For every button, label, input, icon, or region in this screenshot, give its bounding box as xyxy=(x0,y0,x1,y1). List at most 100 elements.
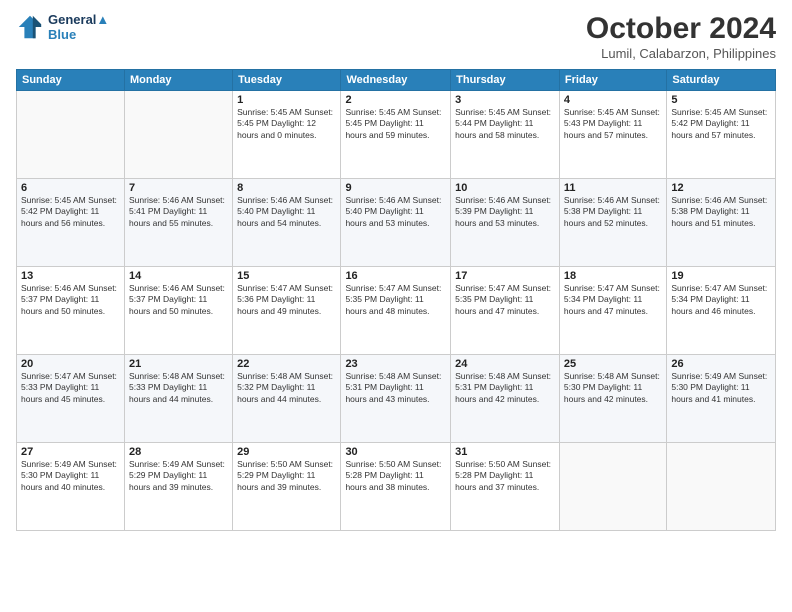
calendar-week-1: 1Sunrise: 5:45 AM Sunset: 5:45 PM Daylig… xyxy=(17,91,776,179)
day-number: 12 xyxy=(671,182,771,194)
day-number: 7 xyxy=(129,182,228,194)
title-block: October 2024 Lumil, Calabarzon, Philippi… xyxy=(586,12,776,61)
day-number: 2 xyxy=(345,94,446,106)
day-info: Sunrise: 5:46 AM Sunset: 5:40 PM Dayligh… xyxy=(237,195,336,229)
table-cell: 27Sunrise: 5:49 AM Sunset: 5:30 PM Dayli… xyxy=(17,443,125,531)
table-cell: 9Sunrise: 5:46 AM Sunset: 5:40 PM Daylig… xyxy=(341,179,451,267)
table-cell: 19Sunrise: 5:47 AM Sunset: 5:34 PM Dayli… xyxy=(667,267,776,355)
day-number: 6 xyxy=(21,182,120,194)
day-number: 4 xyxy=(564,94,662,106)
day-number: 9 xyxy=(345,182,446,194)
col-sunday: Sunday xyxy=(17,70,125,91)
calendar-week-2: 6Sunrise: 5:45 AM Sunset: 5:42 PM Daylig… xyxy=(17,179,776,267)
day-number: 11 xyxy=(564,182,662,194)
table-cell: 13Sunrise: 5:46 AM Sunset: 5:37 PM Dayli… xyxy=(17,267,125,355)
day-number: 14 xyxy=(129,270,228,282)
calendar-header-row: Sunday Monday Tuesday Wednesday Thursday… xyxy=(17,70,776,91)
day-info: Sunrise: 5:49 AM Sunset: 5:30 PM Dayligh… xyxy=(21,459,120,493)
col-tuesday: Tuesday xyxy=(233,70,341,91)
table-cell: 21Sunrise: 5:48 AM Sunset: 5:33 PM Dayli… xyxy=(124,355,232,443)
header: General▲ Blue October 2024 Lumil, Calaba… xyxy=(16,12,776,61)
calendar-table: Sunday Monday Tuesday Wednesday Thursday… xyxy=(16,69,776,531)
day-info: Sunrise: 5:48 AM Sunset: 5:31 PM Dayligh… xyxy=(455,371,555,405)
calendar-body: 1Sunrise: 5:45 AM Sunset: 5:45 PM Daylig… xyxy=(17,91,776,531)
calendar-week-3: 13Sunrise: 5:46 AM Sunset: 5:37 PM Dayli… xyxy=(17,267,776,355)
col-monday: Monday xyxy=(124,70,232,91)
month-title: October 2024 xyxy=(586,12,776,46)
table-cell: 20Sunrise: 5:47 AM Sunset: 5:33 PM Dayli… xyxy=(17,355,125,443)
day-number: 21 xyxy=(129,358,228,370)
table-cell: 6Sunrise: 5:45 AM Sunset: 5:42 PM Daylig… xyxy=(17,179,125,267)
page: General▲ Blue October 2024 Lumil, Calaba… xyxy=(0,0,792,612)
day-number: 23 xyxy=(345,358,446,370)
table-cell: 18Sunrise: 5:47 AM Sunset: 5:34 PM Dayli… xyxy=(559,267,666,355)
table-cell: 26Sunrise: 5:49 AM Sunset: 5:30 PM Dayli… xyxy=(667,355,776,443)
table-cell: 3Sunrise: 5:45 AM Sunset: 5:44 PM Daylig… xyxy=(451,91,560,179)
table-cell: 17Sunrise: 5:47 AM Sunset: 5:35 PM Dayli… xyxy=(451,267,560,355)
table-cell: 4Sunrise: 5:45 AM Sunset: 5:43 PM Daylig… xyxy=(559,91,666,179)
day-number: 22 xyxy=(237,358,336,370)
table-cell: 16Sunrise: 5:47 AM Sunset: 5:35 PM Dayli… xyxy=(341,267,451,355)
day-number: 13 xyxy=(21,270,120,282)
day-info: Sunrise: 5:46 AM Sunset: 5:38 PM Dayligh… xyxy=(671,195,771,229)
day-info: Sunrise: 5:45 AM Sunset: 5:42 PM Dayligh… xyxy=(21,195,120,229)
day-info: Sunrise: 5:45 AM Sunset: 5:44 PM Dayligh… xyxy=(455,107,555,141)
day-info: Sunrise: 5:45 AM Sunset: 5:45 PM Dayligh… xyxy=(345,107,446,141)
col-thursday: Thursday xyxy=(451,70,560,91)
day-number: 19 xyxy=(671,270,771,282)
logo: General▲ Blue xyxy=(16,12,109,42)
table-cell xyxy=(124,91,232,179)
logo-icon xyxy=(16,13,44,41)
day-number: 24 xyxy=(455,358,555,370)
table-cell: 22Sunrise: 5:48 AM Sunset: 5:32 PM Dayli… xyxy=(233,355,341,443)
day-info: Sunrise: 5:48 AM Sunset: 5:30 PM Dayligh… xyxy=(564,371,662,405)
day-info: Sunrise: 5:48 AM Sunset: 5:32 PM Dayligh… xyxy=(237,371,336,405)
col-wednesday: Wednesday xyxy=(341,70,451,91)
day-info: Sunrise: 5:47 AM Sunset: 5:35 PM Dayligh… xyxy=(455,283,555,317)
logo-text: General▲ Blue xyxy=(48,12,109,42)
table-cell: 28Sunrise: 5:49 AM Sunset: 5:29 PM Dayli… xyxy=(124,443,232,531)
day-number: 20 xyxy=(21,358,120,370)
table-cell: 10Sunrise: 5:46 AM Sunset: 5:39 PM Dayli… xyxy=(451,179,560,267)
day-number: 10 xyxy=(455,182,555,194)
day-info: Sunrise: 5:49 AM Sunset: 5:29 PM Dayligh… xyxy=(129,459,228,493)
table-cell xyxy=(667,443,776,531)
table-cell: 7Sunrise: 5:46 AM Sunset: 5:41 PM Daylig… xyxy=(124,179,232,267)
day-info: Sunrise: 5:47 AM Sunset: 5:34 PM Dayligh… xyxy=(564,283,662,317)
location: Lumil, Calabarzon, Philippines xyxy=(586,46,776,61)
day-info: Sunrise: 5:50 AM Sunset: 5:28 PM Dayligh… xyxy=(345,459,446,493)
table-cell: 12Sunrise: 5:46 AM Sunset: 5:38 PM Dayli… xyxy=(667,179,776,267)
day-info: Sunrise: 5:45 AM Sunset: 5:43 PM Dayligh… xyxy=(564,107,662,141)
table-cell: 15Sunrise: 5:47 AM Sunset: 5:36 PM Dayli… xyxy=(233,267,341,355)
day-number: 31 xyxy=(455,446,555,458)
day-info: Sunrise: 5:46 AM Sunset: 5:40 PM Dayligh… xyxy=(345,195,446,229)
day-info: Sunrise: 5:46 AM Sunset: 5:37 PM Dayligh… xyxy=(129,283,228,317)
table-cell xyxy=(559,443,666,531)
day-number: 26 xyxy=(671,358,771,370)
day-info: Sunrise: 5:47 AM Sunset: 5:35 PM Dayligh… xyxy=(345,283,446,317)
day-info: Sunrise: 5:46 AM Sunset: 5:41 PM Dayligh… xyxy=(129,195,228,229)
day-number: 5 xyxy=(671,94,771,106)
table-cell: 31Sunrise: 5:50 AM Sunset: 5:28 PM Dayli… xyxy=(451,443,560,531)
day-info: Sunrise: 5:48 AM Sunset: 5:31 PM Dayligh… xyxy=(345,371,446,405)
calendar-week-5: 27Sunrise: 5:49 AM Sunset: 5:30 PM Dayli… xyxy=(17,443,776,531)
day-number: 18 xyxy=(564,270,662,282)
day-info: Sunrise: 5:45 AM Sunset: 5:45 PM Dayligh… xyxy=(237,107,336,141)
day-number: 15 xyxy=(237,270,336,282)
table-cell: 25Sunrise: 5:48 AM Sunset: 5:30 PM Dayli… xyxy=(559,355,666,443)
col-saturday: Saturday xyxy=(667,70,776,91)
table-cell: 8Sunrise: 5:46 AM Sunset: 5:40 PM Daylig… xyxy=(233,179,341,267)
day-number: 1 xyxy=(237,94,336,106)
table-cell: 24Sunrise: 5:48 AM Sunset: 5:31 PM Dayli… xyxy=(451,355,560,443)
table-cell: 14Sunrise: 5:46 AM Sunset: 5:37 PM Dayli… xyxy=(124,267,232,355)
day-number: 17 xyxy=(455,270,555,282)
day-number: 8 xyxy=(237,182,336,194)
table-cell: 29Sunrise: 5:50 AM Sunset: 5:29 PM Dayli… xyxy=(233,443,341,531)
day-info: Sunrise: 5:46 AM Sunset: 5:37 PM Dayligh… xyxy=(21,283,120,317)
table-cell xyxy=(17,91,125,179)
day-number: 27 xyxy=(21,446,120,458)
day-number: 16 xyxy=(345,270,446,282)
day-info: Sunrise: 5:47 AM Sunset: 5:33 PM Dayligh… xyxy=(21,371,120,405)
day-info: Sunrise: 5:50 AM Sunset: 5:28 PM Dayligh… xyxy=(455,459,555,493)
day-number: 30 xyxy=(345,446,446,458)
